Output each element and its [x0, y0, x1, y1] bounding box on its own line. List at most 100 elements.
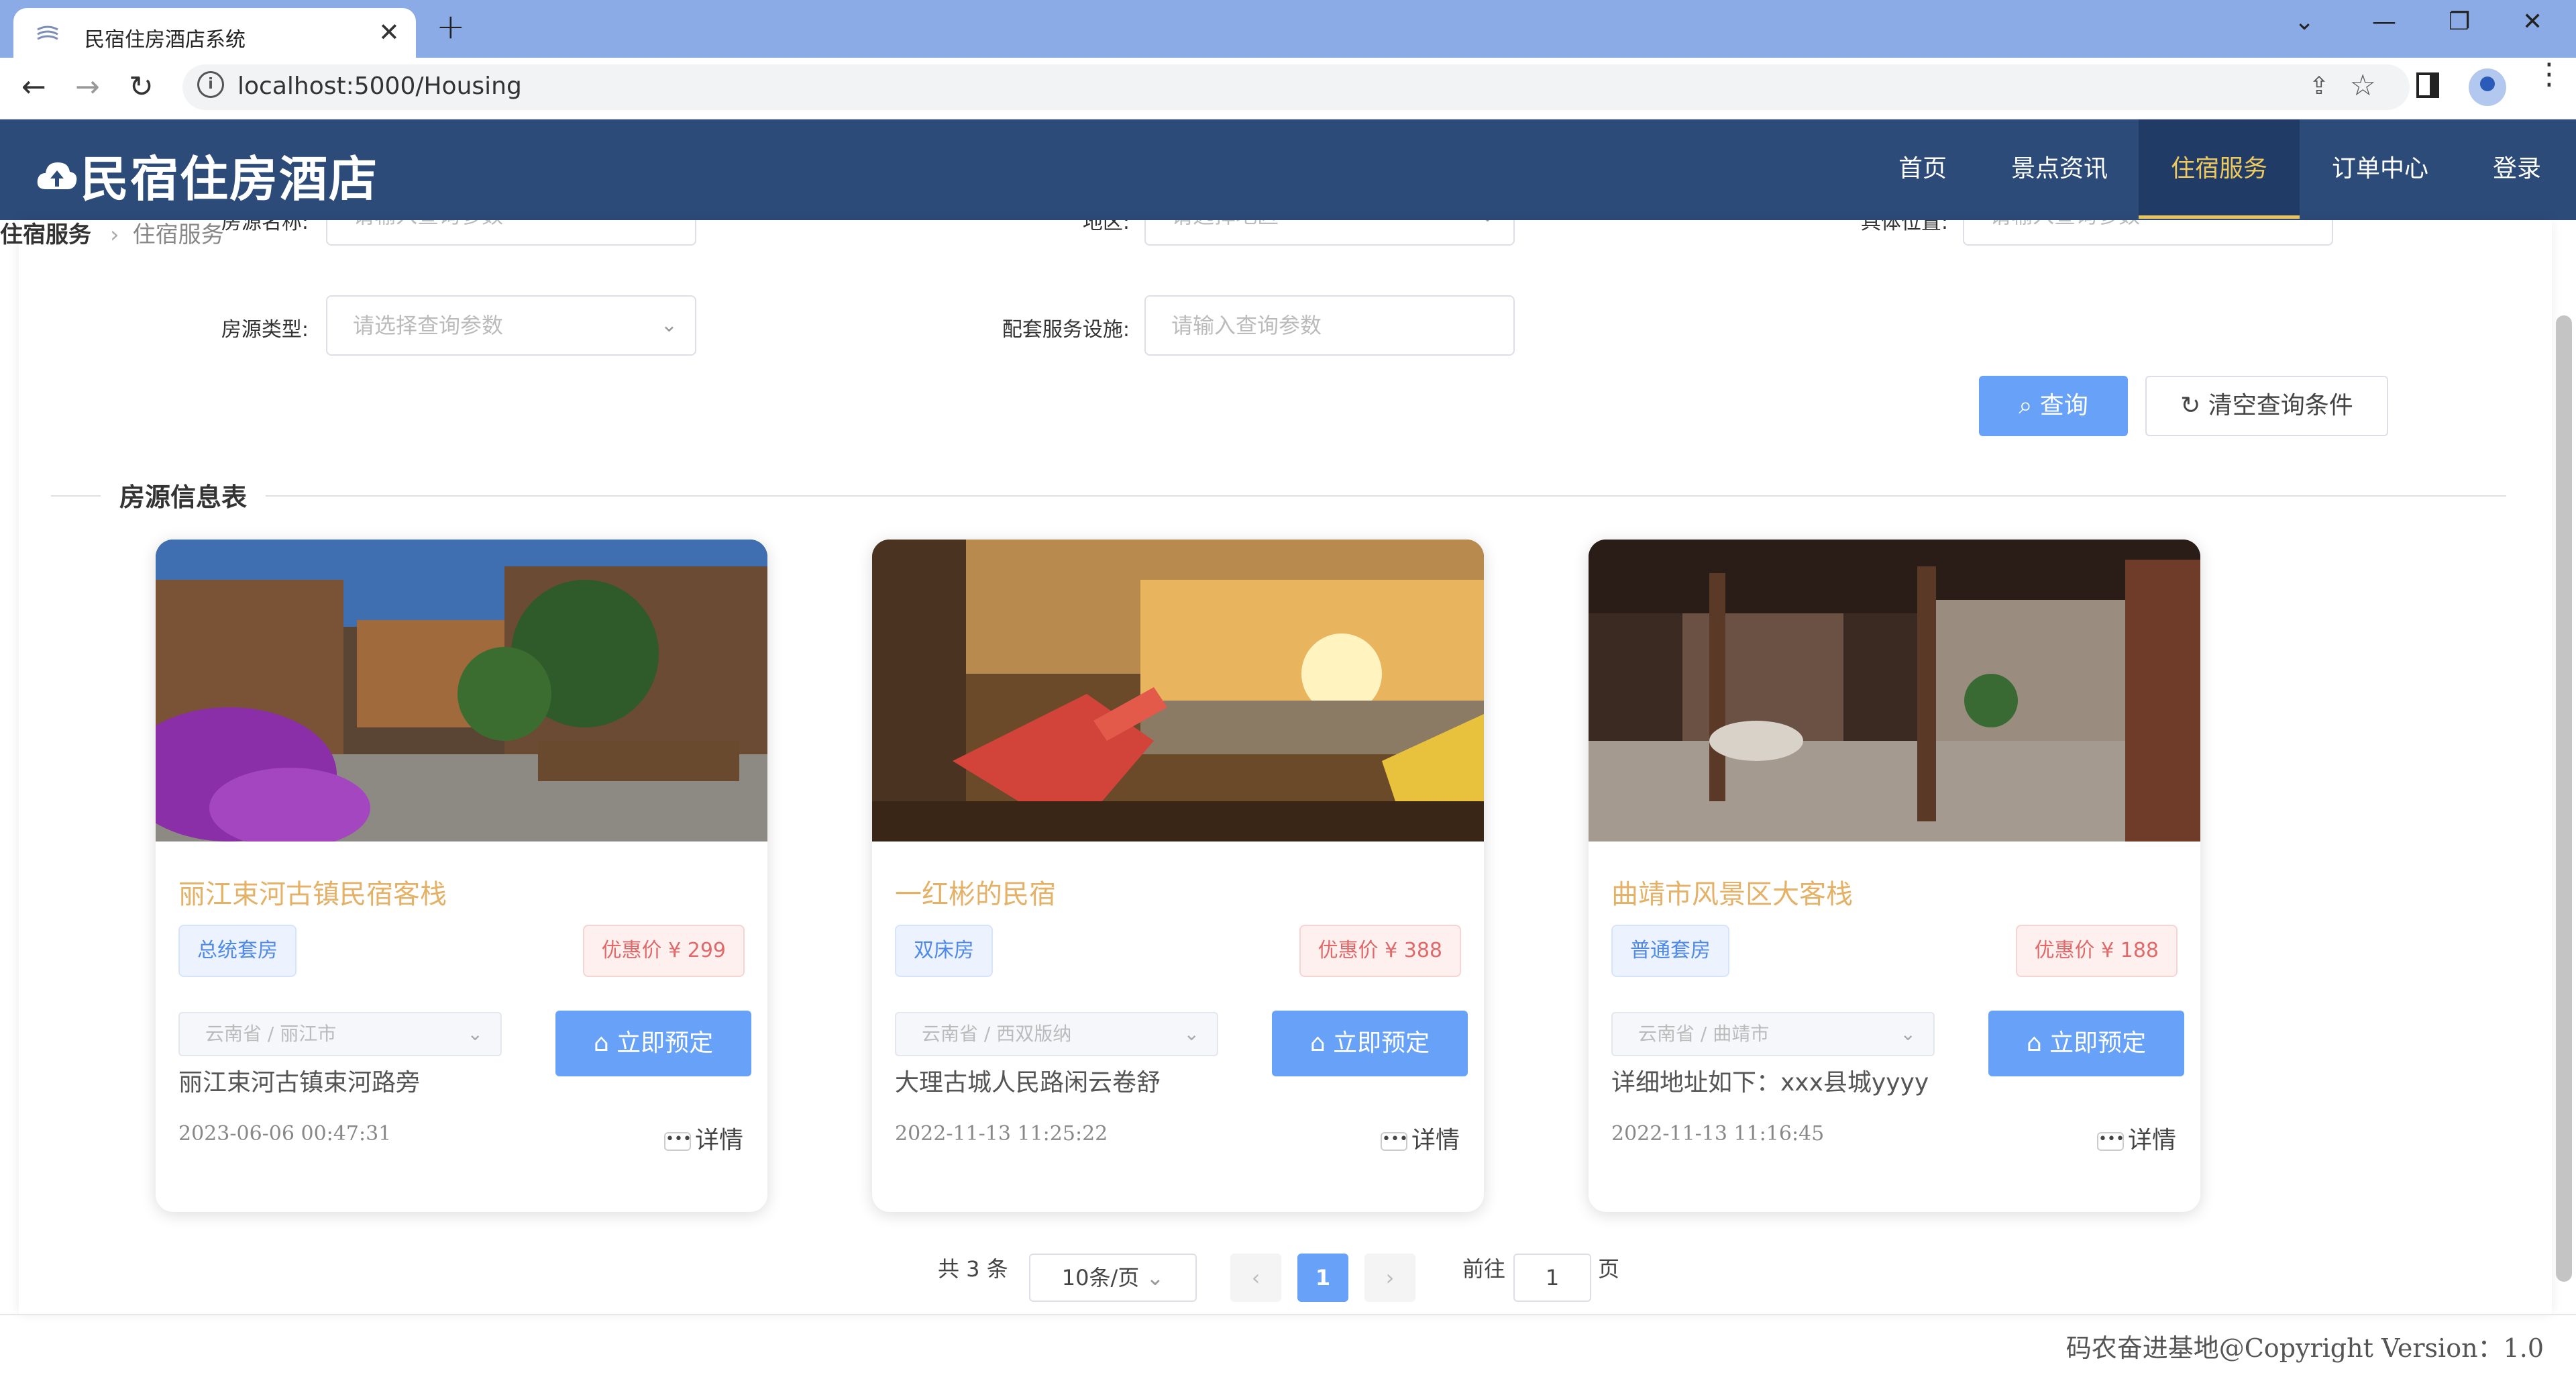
region-cascader[interactable]: 云南省 / 西双版纳 ⌄ [895, 1012, 1218, 1056]
site-info-icon[interactable]: i [197, 71, 224, 98]
type-select[interactable]: 请选择查询参数 ⌄ [326, 295, 696, 356]
site-name: 民宿住房酒店 [80, 151, 379, 207]
page-suffix: 页 [1598, 1256, 1620, 1282]
address-bar[interactable]: i localhost:5000/Housing ⇪ ☆ [182, 64, 2410, 110]
listing-photo[interactable] [872, 540, 1484, 842]
cloud-upload-icon [37, 162, 77, 189]
listing-time: 2022-11-13 11:16:45 [1611, 1122, 1825, 1145]
book-now-button[interactable]: ⌂ 立即预定 [1272, 1011, 1468, 1076]
book-now-button[interactable]: ⌂ 立即预定 [1988, 1011, 2184, 1076]
listing-address: 详细地址如下：xxx县城yyyy [1611, 1069, 1929, 1096]
region-value: 云南省 / 西双版纳 [922, 1023, 1072, 1045]
breadcrumb-current: 住宿服务 [132, 221, 224, 248]
query-button[interactable]: ⌕ 查询 [1979, 376, 2128, 436]
site-logo[interactable]: 民宿住房酒店 [36, 140, 378, 210]
browser-tab[interactable]: 民宿住房酒店系统 ✕ [13, 8, 416, 58]
detail-button[interactable]: ••• 详情 [663, 1121, 743, 1156]
location-label: 具体位置: [1860, 220, 1948, 234]
side-panel-icon[interactable] [2416, 72, 2439, 98]
detail-label: 详情 [1411, 1127, 1460, 1154]
restore-icon[interactable]: ❐ [2449, 8, 2470, 36]
listing-photo[interactable] [1589, 540, 2200, 842]
listing-name[interactable]: 曲靖市风景区大客栈 [1611, 872, 1853, 911]
more-dots-icon: ••• [663, 1132, 692, 1151]
new-tab-icon[interactable]: + [436, 7, 466, 47]
nav-login[interactable]: 登录 [2475, 119, 2559, 219]
listing-address: 大理古城人民路闲云卷舒 [895, 1069, 1161, 1096]
site-favicon-icon [37, 26, 58, 40]
tab-close-icon[interactable]: ✕ [378, 17, 400, 47]
book-label: 立即预定 [2049, 1029, 2147, 1057]
window-close-icon[interactable]: ✕ [2522, 8, 2542, 36]
nav-housing[interactable]: 住宿服务 [2139, 119, 2300, 219]
page-number-button[interactable]: 1 [1297, 1254, 1348, 1302]
listing-card: 曲靖市风景区大客栈 普通套房 优惠价 ¥ 188 云南省 / 曲靖市 ⌄ ⌂ 立即… [1589, 540, 2200, 1212]
chevron-down-icon: ⌄ [467, 1023, 483, 1045]
page-size-value: 10条/页 [1061, 1265, 1140, 1290]
section-title: 房源信息表 [101, 476, 266, 513]
section-divider [51, 495, 2506, 497]
chevron-right-icon: › [110, 221, 119, 248]
room-type-tag: 总统套房 [178, 925, 297, 977]
listing-card: 丽江束河古镇民宿客栈 总统套房 优惠价 ¥ 299 云南省 / 丽江市 ⌄ ⌂ 立… [156, 540, 767, 1212]
listing-card: 一红彬的民宿 双床房 优惠价 ¥ 388 云南省 / 西双版纳 ⌄ ⌂ 立即预定 … [872, 540, 1484, 1212]
region-label: 地区: [1082, 220, 1130, 234]
footer-divider [0, 1314, 2576, 1315]
location-input[interactable]: 请输入查询参数 [1963, 220, 2333, 246]
share-icon[interactable]: ⇪ [2309, 72, 2329, 100]
prev-page-button[interactable]: ‹ [1230, 1254, 1281, 1302]
type-placeholder: 请选择查询参数 [353, 313, 504, 338]
region-value: 云南省 / 丽江市 [205, 1023, 337, 1045]
scrollbar[interactable] [2556, 315, 2572, 1282]
book-label: 立即预定 [1333, 1029, 1430, 1057]
site-header: 民宿住房酒店 首页 景点资讯 住宿服务 订单中心 登录 [0, 119, 2576, 220]
name-input[interactable]: 请输入查询参数 [326, 220, 696, 246]
detail-button[interactable]: ••• 详情 [2096, 1121, 2176, 1156]
forward-arrow-icon[interactable]: → [75, 70, 100, 104]
tab-title: 民宿住房酒店系统 [85, 28, 246, 52]
goto-page-input[interactable]: 1 [1513, 1254, 1591, 1302]
room-type-tag: 双床房 [895, 925, 993, 977]
back-arrow-icon[interactable]: ← [21, 70, 46, 104]
facility-input[interactable]: 请输入查询参数 [1144, 295, 1515, 356]
footer-copyright: 码农奋进基地@Copyright Version：1.0 [2065, 1333, 2544, 1363]
book-now-button[interactable]: ⌂ 立即预定 [555, 1011, 751, 1076]
nav-home[interactable]: 首页 [1880, 119, 1966, 219]
detail-button[interactable]: ••• 详情 [1380, 1121, 1460, 1156]
chevron-down-icon: ⌄ [1183, 1023, 1199, 1045]
detail-label: 详情 [2127, 1127, 2176, 1154]
type-label: 房源类型: [221, 318, 309, 342]
query-label: 查询 [2039, 392, 2088, 419]
home-icon: ⌂ [1309, 1029, 1334, 1057]
nav-orders[interactable]: 订单中心 [2321, 119, 2439, 219]
listing-address: 丽江束河古镇束河路旁 [178, 1069, 421, 1096]
browser-tab-bar: 民宿住房酒店系统 ✕ + ⌄ — ❐ ✕ [0, 0, 2576, 58]
nav-attractions[interactable]: 景点资讯 [1999, 119, 2120, 219]
chevron-down-icon: ⌄ [1900, 1023, 1916, 1045]
bookmark-star-icon[interactable]: ☆ [2350, 68, 2376, 103]
listing-photo[interactable] [156, 540, 767, 842]
next-page-button[interactable]: › [1364, 1254, 1415, 1302]
search-icon: ⌕ [2019, 392, 2040, 419]
region-value: 云南省 / 曲靖市 [1638, 1023, 1770, 1045]
clear-button[interactable]: ↻ 清空查询条件 [2145, 376, 2388, 436]
browser-menu-icon[interactable]: ⋮ [2534, 60, 2564, 89]
more-dots-icon: ••• [1380, 1132, 1408, 1151]
clear-label: 清空查询条件 [2208, 392, 2353, 419]
breadcrumb-parent[interactable]: 住宿服务 [0, 221, 91, 248]
more-dots-icon: ••• [2096, 1132, 2125, 1151]
region-select[interactable]: 请选择地区 ⌄ [1144, 220, 1515, 246]
listing-time: 2022-11-13 11:25:22 [895, 1122, 1108, 1145]
listing-name[interactable]: 一红彬的民宿 [895, 872, 1056, 911]
chevron-down-icon: ⌄ [1479, 220, 1496, 244]
reload-icon[interactable]: ↻ [129, 70, 154, 104]
profile-avatar-icon[interactable] [2469, 68, 2506, 106]
minimize-icon[interactable]: — [2372, 8, 2396, 36]
listing-name[interactable]: 丽江束河古镇民宿客栈 [178, 872, 447, 911]
page-size-select[interactable]: 10条/页 ⌄ [1029, 1254, 1197, 1302]
browser-toolbar: ← → ↻ i localhost:5000/Housing ⇪ ☆ ⋮ [0, 58, 2576, 119]
tab-search-chevron-icon[interactable]: ⌄ [2294, 8, 2314, 36]
region-cascader[interactable]: 云南省 / 曲靖市 ⌄ [1611, 1012, 1935, 1056]
region-cascader[interactable]: 云南省 / 丽江市 ⌄ [178, 1012, 502, 1056]
url-text: localhost:5000/Housing [237, 72, 522, 100]
